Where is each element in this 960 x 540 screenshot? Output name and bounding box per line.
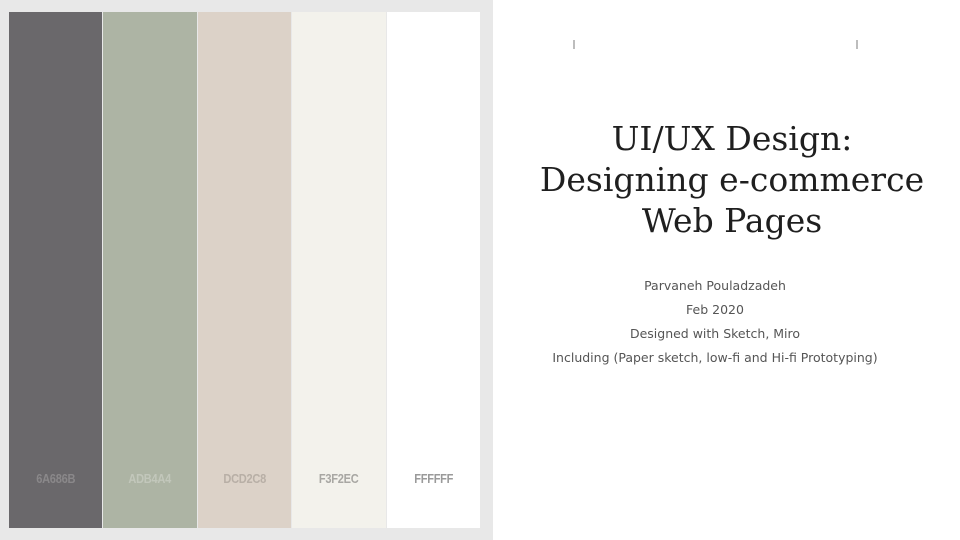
decorative-tick-mark [856, 40, 858, 49]
author-name: Parvaneh Pouladzadeh [644, 278, 786, 293]
title-line: Web Pages [641, 201, 823, 240]
swatch: 6A686B [9, 12, 103, 528]
swatch: ADB4A4 [103, 12, 197, 528]
swatch-strip: 6A686B ADB4A4 DCD2C8 F3F2EC FFFFFF [9, 12, 481, 528]
swatch-hex-code: F3F2EC [319, 471, 359, 486]
title-line: UI/UX Design: [611, 119, 853, 158]
title-line: Designing e-commerce [539, 160, 925, 199]
swatch: DCD2C8 [197, 12, 292, 528]
swatch-hex-code: DCD2C8 [223, 471, 266, 486]
slide-subtitle: Parvaneh Pouladzadeh Feb 2020 Designed w… [520, 274, 910, 370]
swatch-hex-code: ADB4A4 [128, 471, 172, 486]
swatch-hex-code: 6A686B [36, 471, 76, 486]
color-palette-panel: 6A686B ADB4A4 DCD2C8 F3F2EC FFFFFF [0, 0, 493, 540]
project-scope: Including (Paper sketch, low-fi and Hi-f… [552, 350, 878, 365]
slide-title: UI/UX Design: Designing e-commerce Web P… [520, 118, 944, 241]
swatch-hex-code: FFFFFF [413, 471, 453, 486]
tools-used: Designed with Sketch, Miro [629, 326, 801, 341]
date: Feb 2020 [686, 302, 744, 317]
swatch: FFFFFF [386, 12, 481, 528]
decorative-tick-mark [573, 40, 575, 49]
swatch: F3F2EC [292, 12, 386, 528]
